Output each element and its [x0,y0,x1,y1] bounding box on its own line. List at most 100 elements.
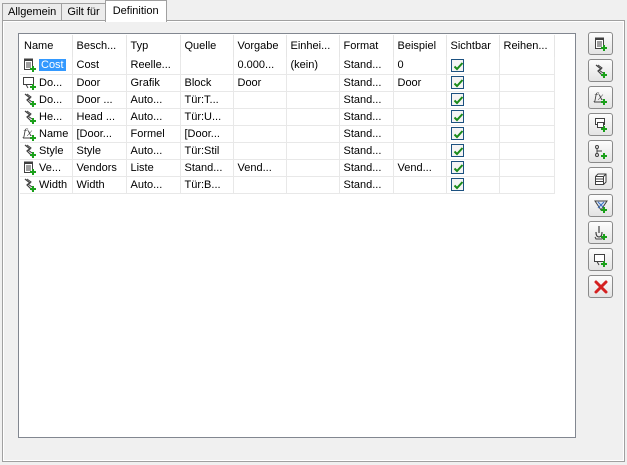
format-cell[interactable]: Stand... [339,159,394,177]
column-header[interactable]: Name [20,35,73,57]
name-cell[interactable]: Cost [20,57,73,75]
visible-checkbox[interactable] [450,127,464,140]
default-cell[interactable]: 0.000... [233,57,287,75]
column-header[interactable]: Sichtbar [446,35,500,57]
name-cell[interactable]: Style [20,142,73,160]
add-anchor-position-property-button[interactable] [588,221,613,244]
visible-checkbox[interactable] [450,76,464,89]
column-header[interactable]: Typ [126,35,181,57]
name-cell[interactable]: Do... [20,74,73,92]
example-cell[interactable] [393,142,447,160]
example-cell[interactable] [393,108,447,126]
format-cell[interactable]: Stand... [339,74,394,92]
desc-cell[interactable]: [Door... [72,125,127,143]
source-cell[interactable]: Tür:Stil [180,142,234,160]
unit-cell[interactable] [286,74,340,92]
source-cell[interactable]: [Door... [180,125,234,143]
type-cell[interactable]: Auto... [126,176,181,194]
add-classification-property-button[interactable] [588,140,613,163]
column-header[interactable]: Beispiel [393,35,447,57]
desc-cell[interactable]: Head ... [72,108,127,126]
type-cell[interactable]: Reelle... [126,57,181,75]
name-cell[interactable]: Ve... [20,159,73,177]
add-graphic-property-button[interactable] [588,248,613,271]
source-cell[interactable]: Tür:B... [180,176,234,194]
column-header[interactable]: Quelle [180,35,234,57]
format-cell[interactable]: Stand... [339,57,394,75]
table-row[interactable]: Style Style Auto... Tür:Stil Stand... [20,142,555,160]
visible-checkbox[interactable] [450,161,464,174]
source-cell[interactable] [180,57,234,75]
desc-cell[interactable]: Door ... [72,91,127,109]
visible-checkbox[interactable] [450,93,464,106]
name-cell[interactable]: fx Name [20,125,73,143]
default-cell[interactable] [233,176,287,194]
unit-cell[interactable] [286,125,340,143]
order-cell[interactable] [499,57,555,75]
example-cell[interactable] [393,91,447,109]
visible-checkbox[interactable] [450,178,464,191]
table-row[interactable]: He... Head ... Auto... Tür:U... Stand... [20,108,555,126]
delete-property-button[interactable] [588,275,613,298]
default-cell[interactable] [233,91,287,109]
desc-cell[interactable]: Vendors [72,159,127,177]
example-cell[interactable]: Vend... [393,159,447,177]
type-cell[interactable]: Liste [126,159,181,177]
source-cell[interactable]: Stand... [180,159,234,177]
visible-checkbox[interactable] [450,58,464,72]
default-cell[interactable]: Vend... [233,159,287,177]
column-header[interactable]: Reihen... [499,35,555,57]
order-cell[interactable] [499,142,555,160]
order-cell[interactable] [499,108,555,126]
table-row[interactable]: Do... Door Grafik Block Door Stand... Door [20,74,555,92]
type-cell[interactable]: Auto... [126,91,181,109]
add-location-property-button[interactable] [588,113,613,136]
type-cell[interactable]: Auto... [126,142,181,160]
order-cell[interactable] [499,125,555,143]
column-header[interactable]: Einhei... [286,35,340,57]
column-header[interactable]: Besch... [72,35,127,57]
table-row[interactable]: Width Width Auto... Tür:B... Stand... [20,176,555,194]
example-cell[interactable] [393,125,447,143]
example-cell[interactable]: Door [393,74,447,92]
name-cell[interactable]: He... [20,108,73,126]
unit-cell[interactable] [286,108,340,126]
default-cell[interactable] [233,108,287,126]
default-cell[interactable] [233,142,287,160]
example-cell[interactable]: 0 [393,57,447,75]
unit-cell[interactable] [286,142,340,160]
source-cell[interactable]: Block [180,74,234,92]
desc-cell[interactable]: Door [72,74,127,92]
desc-cell[interactable]: Width [72,176,127,194]
column-header[interactable]: Format [339,35,394,57]
format-cell[interactable]: Stand... [339,108,394,126]
format-cell[interactable]: Stand... [339,176,394,194]
order-cell[interactable] [499,159,555,177]
add-manual-property-button[interactable] [588,32,613,55]
format-cell[interactable]: Stand... [339,125,394,143]
unit-cell[interactable] [286,159,340,177]
visible-checkbox[interactable] [450,144,464,157]
format-cell[interactable]: Stand... [339,91,394,109]
name-cell[interactable]: Do... [20,91,73,109]
unit-cell[interactable] [286,176,340,194]
unit-cell[interactable]: (kein) [286,57,340,75]
default-cell[interactable] [233,125,287,143]
default-cell[interactable]: Door [233,74,287,92]
add-anchor-property-button[interactable] [588,194,613,217]
add-formula-property-button[interactable]: fx [588,86,613,109]
table-row[interactable]: Cost Cost Reelle... 0.000... (kein) Stand... 0 [20,57,555,75]
column-header[interactable]: Vorgabe [233,35,287,57]
source-cell[interactable]: Tür:T... [180,91,234,109]
order-cell[interactable] [499,91,555,109]
table-row[interactable]: Ve... Vendors Liste Stand... Vend... Stand...… [20,159,555,177]
type-cell[interactable]: Formel [126,125,181,143]
format-cell[interactable]: Stand... [339,142,394,160]
tab-definition[interactable]: Definition [104,0,167,22]
add-material-property-button[interactable] [588,167,613,190]
desc-cell[interactable]: Style [72,142,127,160]
desc-cell[interactable]: Cost [72,57,127,75]
source-cell[interactable]: Tür:U... [180,108,234,126]
type-cell[interactable]: Grafik [126,74,181,92]
type-cell[interactable]: Auto... [126,108,181,126]
